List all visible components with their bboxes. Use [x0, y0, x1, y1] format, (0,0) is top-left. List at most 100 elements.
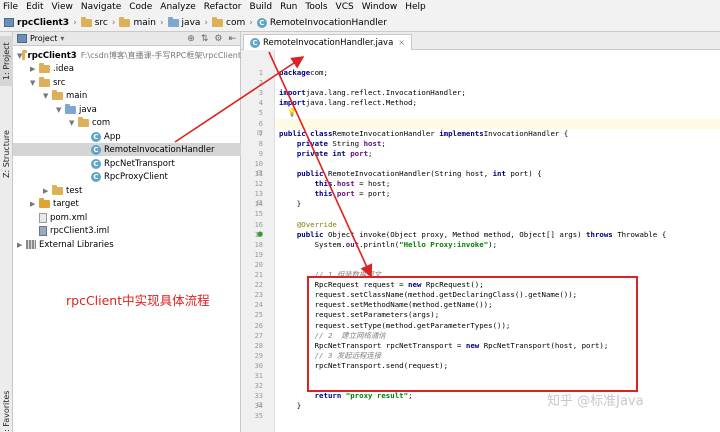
left-tool-strip: 1: Project Z: Structure 2: Favorites: [0, 32, 13, 432]
tree-item-label: .idea: [53, 63, 74, 74]
menu-code[interactable]: Code: [129, 2, 152, 12]
code-line: public RemoteInvocationHandler(String ho…: [279, 169, 542, 179]
menu-refactor[interactable]: Refactor: [204, 2, 242, 12]
menu-analyze[interactable]: Analyze: [160, 2, 195, 12]
code-token: implements: [439, 128, 484, 138]
editor-tab-bar: C RemoteInvocationHandler.java ×: [241, 32, 720, 50]
collapse-arrow-icon[interactable]: ▶: [30, 65, 39, 73]
hide-icon[interactable]: ⇤: [228, 34, 236, 44]
expand-arrow-icon[interactable]: ▼: [56, 106, 65, 114]
menu-window[interactable]: Window: [362, 2, 398, 12]
collapse-arrow-icon[interactable]: ▶: [43, 187, 52, 195]
line-number: 22: [254, 281, 263, 290]
tree-item[interactable]: rpcClient3.iml: [13, 224, 241, 237]
tree-item[interactable]: pom.xml: [13, 211, 241, 224]
code-token: ;: [408, 391, 413, 401]
line-number: 30: [254, 361, 263, 370]
breadcrumb-item[interactable]: com: [212, 16, 245, 28]
code-token: .println(: [359, 239, 400, 249]
close-icon[interactable]: ×: [398, 38, 405, 47]
collapse-arrow-icon[interactable]: ▶: [30, 200, 39, 208]
menu-vcs[interactable]: VCS: [336, 2, 354, 12]
class-icon: C: [91, 131, 101, 142]
tab-remote-invocation-handler[interactable]: C RemoteInvocationHandler.java ×: [243, 34, 412, 50]
line-number: 26: [254, 321, 263, 330]
code-token: String: [327, 138, 364, 148]
tool-tab-favorites[interactable]: 2: Favorites: [0, 384, 13, 432]
tree-item[interactable]: C RpcProxyClient: [13, 170, 241, 183]
folder-icon: [39, 76, 50, 87]
tree-item[interactable]: C RpcNetTransport: [13, 157, 241, 170]
tree-item[interactable]: C App: [13, 130, 241, 143]
breadcrumb: rpcClient3 › src › main › java › com › C RemoteInvo…: [0, 14, 720, 32]
code-token: );: [488, 239, 498, 249]
project-panel-title[interactable]: Project: [30, 34, 57, 43]
tree-item[interactable]: ▼ src: [13, 76, 241, 89]
watermark: 知乎 @标准Java: [547, 394, 644, 409]
collapse-arrow-icon[interactable]: ▶: [17, 241, 26, 249]
code-token: = host;: [354, 179, 391, 189]
tree-item[interactable]: ▶ External Libraries: [13, 238, 241, 251]
fold-icon[interactable]: ⊟: [257, 401, 265, 409]
tree-item-label: RpcNetTransport: [104, 158, 175, 169]
breadcrumb-item[interactable]: C RemoteInvocationHandler: [256, 17, 387, 28]
expand-arrow-icon[interactable]: ▼: [30, 79, 39, 87]
tree-item[interactable]: ▼ rpcClient3 F:\csdn博客\直播课-手写RPC框架\rpcClie…: [13, 49, 241, 62]
gear-icon[interactable]: ⚙: [214, 34, 222, 44]
line-number: 23: [254, 291, 263, 300]
expand-arrow-icon[interactable]: ▼: [43, 92, 52, 100]
menu-tools[interactable]: Tools: [305, 2, 327, 12]
line-number: 16: [254, 220, 263, 229]
expand-arrow-icon[interactable]: ▼: [69, 119, 78, 127]
lightbulb-icon[interactable]: 💡: [287, 108, 297, 117]
menu-edit[interactable]: Edit: [26, 2, 43, 12]
code-token: }: [279, 401, 302, 411]
sync-icon[interactable]: ⊕: [187, 34, 195, 44]
class-icon: C: [91, 144, 101, 155]
line-number: 6: [258, 119, 263, 128]
menu-file[interactable]: File: [3, 2, 18, 12]
code-token: port: [336, 189, 355, 199]
tool-tab-structure[interactable]: Z: Structure: [0, 124, 13, 184]
menu-run[interactable]: Run: [280, 2, 297, 12]
tree-item[interactable]: ▼ java: [13, 103, 241, 116]
override-icon[interactable]: ●: [257, 230, 265, 238]
dropdown-icon[interactable]: ▾: [60, 34, 64, 43]
breadcrumb-item[interactable]: src: [80, 16, 108, 28]
code-line: @Override: [279, 220, 337, 230]
fold-icon[interactable]: ⊟: [257, 199, 265, 207]
tree-item-label: rpcClient3.iml: [50, 225, 110, 236]
code-token: "proxy result": [345, 391, 409, 401]
line-number: 32: [254, 382, 263, 391]
tree-item-label: RemoteInvocationHandler: [104, 144, 215, 155]
code-token: return: [314, 391, 342, 401]
code-token: RemoteInvocationHandler: [332, 128, 440, 138]
tree-item[interactable]: ▶ .idea: [13, 62, 241, 75]
menu-navigate[interactable]: Navigate: [81, 2, 121, 12]
tree-item[interactable]: ▶ test: [13, 184, 241, 197]
folder-icon: [52, 89, 63, 100]
code-token: public class: [279, 128, 333, 138]
code-line: System.out.println("Hello Proxy:invoke")…: [279, 240, 497, 250]
tree-item[interactable]: ▼ main: [13, 89, 241, 102]
breadcrumb-label: RemoteInvocationHandler: [269, 17, 387, 28]
tree-item[interactable]: C RemoteInvocationHandler: [13, 143, 241, 156]
fold-icon[interactable]: ⊟: [257, 129, 265, 137]
breadcrumb-label: java: [181, 17, 201, 28]
menu-view[interactable]: View: [52, 2, 73, 12]
tree-item[interactable]: ▼ com: [13, 116, 241, 129]
breadcrumb-item[interactable]: rpcClient3: [4, 18, 69, 28]
collapse-icon[interactable]: ⇅: [201, 34, 209, 44]
tool-tab-project[interactable]: 1: Project: [0, 36, 13, 86]
menu-build[interactable]: Build: [250, 2, 273, 12]
tree-item-label: com: [92, 117, 111, 128]
line-number: 31: [254, 372, 263, 380]
code-token: private int: [296, 148, 346, 158]
breadcrumb-item[interactable]: main: [119, 16, 156, 28]
tree-item[interactable]: ▶ target: [13, 197, 241, 210]
menu-help[interactable]: Help: [405, 2, 426, 12]
fold-icon[interactable]: ⊟: [257, 169, 265, 177]
breadcrumb-item[interactable]: java: [167, 16, 201, 28]
line-number: 13: [254, 190, 263, 199]
